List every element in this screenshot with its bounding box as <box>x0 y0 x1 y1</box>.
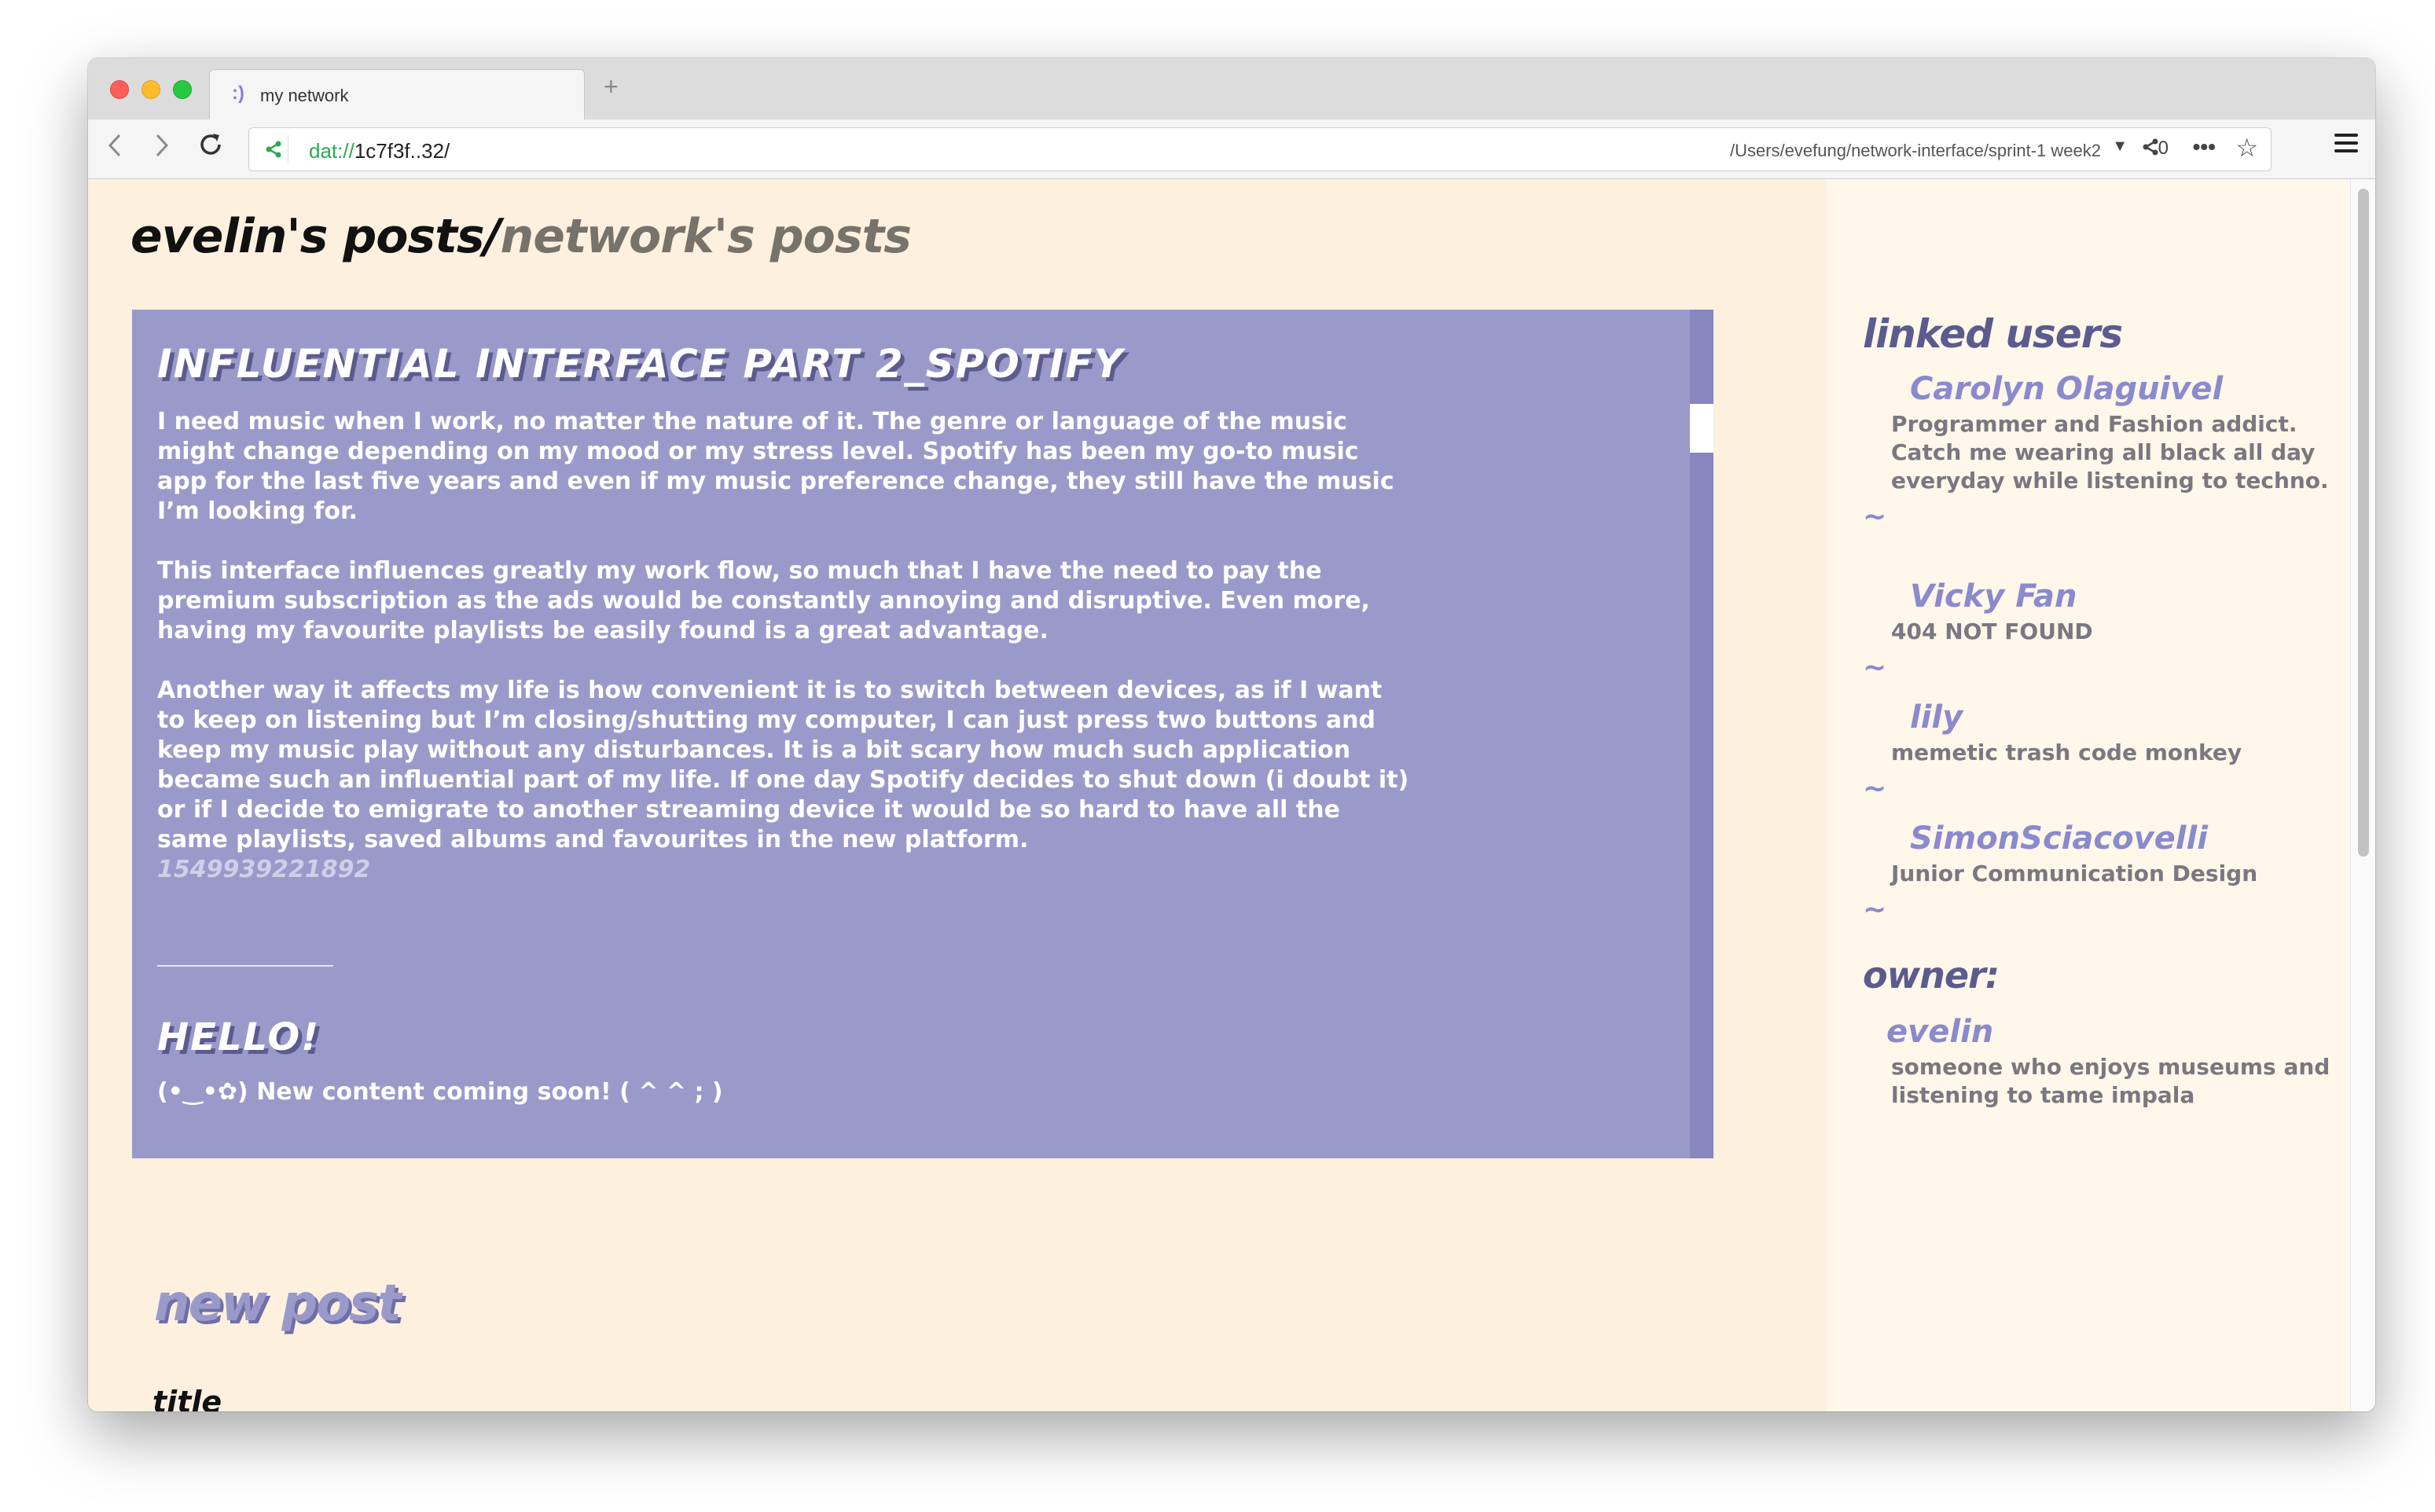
owner-name[interactable]: evelin <box>1886 1014 2334 1050</box>
post: INFLUENTIAL INTERFACE PART 2_SPOTIFY I n… <box>157 341 1415 885</box>
post-title: INFLUENTIAL INTERFACE PART 2_SPOTIFY <box>157 341 1124 387</box>
page-scrollbar[interactable] <box>2350 179 2375 1411</box>
tab-bar: :) my network + <box>88 58 2375 119</box>
post: HELLO! (•‿•✿) New content coming soon! (… <box>157 1015 1415 1106</box>
url-host: 1c7f3f..32/ <box>354 139 450 163</box>
url-scheme: dat:// <box>309 139 354 163</box>
url-text[interactable]: dat://1c7f3f..32/ <box>309 139 450 163</box>
tab-title: my network <box>260 86 349 105</box>
posts-scrollbar[interactable] <box>1690 310 1713 1158</box>
more-icon[interactable]: ••• <box>2193 134 2216 160</box>
reload-icon <box>200 134 221 155</box>
title-separator: / <box>483 209 501 264</box>
network-share-icon <box>2143 138 2158 156</box>
nav-bar: dat://1c7f3f..32/ /Users/evefung/network… <box>88 119 2375 179</box>
peers-count: 0 <box>2158 138 2169 159</box>
close-window-button[interactable] <box>110 80 129 99</box>
post-timestamp: 1549939221892 <box>157 856 371 883</box>
owner-heading: owner: <box>1863 954 2000 996</box>
posts-list: INFLUENTIAL INTERFACE PART 2_SPOTIFY I n… <box>157 341 1415 1106</box>
post-paragraph: Another way it affects my life is how co… <box>157 677 1409 853</box>
tab-my-network[interactable]: :) my network <box>209 69 585 119</box>
browser-window: :) my network + dat://1c7f3f..32/ /Users… <box>88 58 2375 1411</box>
post-title: HELLO! <box>157 1015 321 1059</box>
user-separator: ~ <box>1863 894 1887 926</box>
linked-user: Carolyn Olaguivel Programmer and Fashion… <box>1863 371 2334 531</box>
local-path-label[interactable]: /Users/evefung/network-interface/sprint-… <box>1730 141 2101 161</box>
address-bar[interactable]: dat://1c7f3f..32/ /Users/evefung/network… <box>248 127 2272 171</box>
page-scrollbar-thumb[interactable] <box>2358 189 2369 857</box>
owner: evelin someone who enjoys museums and li… <box>1863 1014 2334 1110</box>
posts-scrollbar-thumb[interactable] <box>1690 404 1713 453</box>
tab-favicon-icon: :) <box>232 83 244 104</box>
linked-user-name[interactable]: Carolyn Olaguivel <box>1910 371 2334 407</box>
linked-user-name[interactable]: Vicky Fan <box>1910 578 2334 615</box>
new-tab-button[interactable]: + <box>604 74 619 99</box>
network-posts-link[interactable]: network's posts <box>501 209 912 264</box>
reload-button[interactable] <box>196 130 225 163</box>
back-button[interactable] <box>105 132 124 163</box>
page-viewport: evelin's posts/network's posts INFLUENTI… <box>88 179 2375 1411</box>
user-separator: ~ <box>1863 773 1887 805</box>
new-post-heading: new post <box>154 1275 402 1333</box>
page-title: evelin's posts/network's posts <box>130 209 912 264</box>
post-body: I need music when I work, no matter the … <box>157 407 1415 855</box>
user-separator: ~ <box>1863 651 1887 684</box>
forward-button[interactable] <box>152 132 171 163</box>
minimize-window-button[interactable] <box>141 80 160 99</box>
linked-user-bio: Junior Communication Design <box>1891 861 2258 886</box>
posts-feed[interactable]: INFLUENTIAL INTERFACE PART 2_SPOTIFY I n… <box>132 310 1713 1158</box>
my-posts-link[interactable]: evelin's posts <box>130 209 485 264</box>
chevron-down-icon[interactable]: ▼ <box>2112 138 2128 156</box>
post-body: (•‿•✿) New content coming soon! ( ^ ^ ; … <box>157 1078 723 1106</box>
sidebar: linked users Carolyn Olaguivel Programme… <box>1827 179 2350 1411</box>
post-divider <box>157 965 333 967</box>
linked-users-heading: linked users <box>1863 311 2123 357</box>
star-icon[interactable]: ☆ <box>2235 133 2258 163</box>
peers-indicator[interactable]: 0 <box>2143 138 2169 160</box>
post-paragraph: This interface influences greatly my wor… <box>157 557 1370 644</box>
linked-user-bio: 404 NOT FOUND <box>1891 618 2093 644</box>
hamburger-menu-icon[interactable] <box>2334 134 2358 152</box>
chevron-right-icon <box>156 134 169 157</box>
linked-user: SimonSciacovelli Junior Communication De… <box>1863 820 2334 924</box>
post-paragraph: I need music when I work, no matter the … <box>157 408 1394 525</box>
linked-user-bio: Programmer and Fashion addict. Catch me … <box>1891 411 2329 494</box>
linked-user-bio: memetic trash code monkey <box>1891 739 2242 765</box>
linked-user: lily memetic trash code monkey ~ <box>1863 699 2334 803</box>
linked-user-name[interactable]: lily <box>1910 699 2334 736</box>
linked-user-name[interactable]: SimonSciacovelli <box>1910 820 2334 857</box>
title-field-label: title <box>152 1385 222 1411</box>
share-icon[interactable] <box>259 134 288 164</box>
maximize-window-button[interactable] <box>173 80 192 99</box>
linked-user: Vicky Fan 404 NOT FOUND ~ <box>1863 578 2334 682</box>
owner-bio: someone who enjoys museums and listening… <box>1891 1054 2330 1108</box>
user-separator: ~ <box>1863 501 1887 533</box>
chevron-left-icon <box>108 134 121 157</box>
